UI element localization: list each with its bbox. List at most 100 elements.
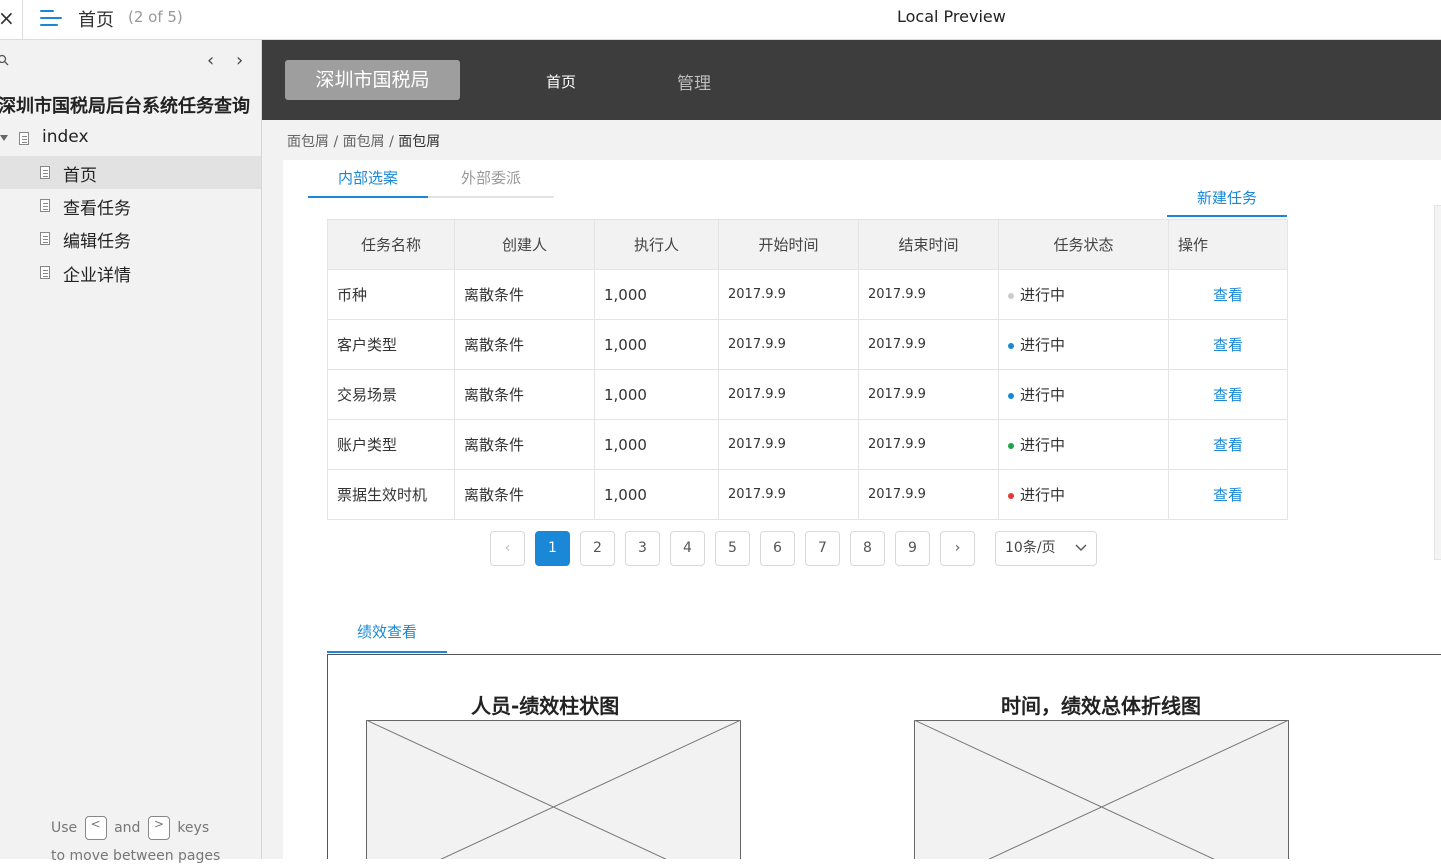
tree-item-label: index <box>42 127 89 147</box>
status-dot-icon <box>1008 292 1014 299</box>
view-link[interactable]: 查看 <box>1168 419 1288 470</box>
creator: 离散条件 <box>454 269 595 320</box>
creator: 离散条件 <box>454 419 595 470</box>
column-header: 执行人 <box>594 219 719 270</box>
content-card: 内部选案 外部委派 新建任务 任务名称 创建人 执行人 开始时间 结束时间 任务… <box>283 160 1441 859</box>
view-link[interactable]: 查看 <box>1168 269 1288 320</box>
view-link[interactable]: 查看 <box>1168 319 1288 370</box>
nav-manage[interactable]: 管理 <box>677 69 711 94</box>
brand-logo[interactable]: 深圳市国税局 <box>285 60 460 100</box>
action-table: 操作 查看 查看 查看 查看 查看 <box>1168 219 1288 520</box>
tree-item-index[interactable]: index <box>0 122 261 155</box>
tab-external[interactable]: 外部委派 <box>428 160 554 198</box>
status-cell: 进行中 <box>998 269 1169 320</box>
tab-performance[interactable]: 绩效查看 <box>327 614 447 653</box>
prev-page-icon[interactable]: ‹ <box>207 50 214 71</box>
close-icon[interactable]: × <box>0 6 15 30</box>
column-header: 任务状态 <box>998 219 1169 270</box>
tree-item-view-task[interactable]: 查看任务 <box>0 189 261 222</box>
table-row: 查看 <box>1168 369 1288 420</box>
pagination-prev-button[interactable]: ‹ <box>490 531 525 566</box>
view-link[interactable]: 查看 <box>1168 369 1288 420</box>
tree-item-edit-task[interactable]: 编辑任务 <box>0 222 261 255</box>
column-header: 任务名称 <box>327 219 455 270</box>
chart-title: 时间，绩效总体折线图 <box>1001 694 1201 718</box>
table-row: 查看 <box>1168 269 1288 320</box>
creator: 离散条件 <box>454 369 595 420</box>
breadcrumb-item[interactable]: 面包屑 <box>287 134 329 150</box>
executor: 1,000 <box>594 469 719 520</box>
table-row: 账户类型 离散条件 1,000 2017.9.9 2017.9.9 进行中 <box>327 419 1169 470</box>
page-icon <box>40 232 50 245</box>
start-time: 2017.9.9 <box>718 469 859 520</box>
column-header: 创建人 <box>454 219 595 270</box>
nav-home[interactable]: 首页 <box>546 71 576 92</box>
end-time: 2017.9.9 <box>858 269 999 320</box>
divider <box>22 0 23 40</box>
table-row: 票据生效时机 离散条件 1,000 2017.9.9 2017.9.9 进行中 <box>327 469 1169 520</box>
page-size-select[interactable]: 10条/页 <box>995 531 1097 566</box>
end-time: 2017.9.9 <box>858 319 999 370</box>
executor: 1,000 <box>594 419 719 470</box>
page-button[interactable]: 9 <box>895 531 930 566</box>
status-dot-icon <box>1008 392 1014 399</box>
breadcrumb-item[interactable]: 面包屑 <box>343 134 385 150</box>
hint-text: Use <box>51 820 78 836</box>
page-icon <box>40 166 50 179</box>
tree-item-label: 查看任务 <box>63 199 131 219</box>
preview-title: Local Preview <box>897 7 1006 26</box>
task-table: 任务名称 创建人 执行人 开始时间 结束时间 任务状态 币种 离散条件 1,00… <box>327 219 1169 520</box>
tab-internal[interactable]: 内部选案 <box>308 160 428 198</box>
chevron-down-icon <box>1075 544 1087 551</box>
next-page-icon[interactable]: › <box>236 50 243 71</box>
end-time: 2017.9.9 <box>858 469 999 520</box>
page-button[interactable]: 3 <box>625 531 660 566</box>
view-link[interactable]: 查看 <box>1168 469 1288 520</box>
page-button[interactable]: 1 <box>535 531 570 566</box>
hint-text: keys <box>177 820 210 836</box>
table-row: 交易场景 离散条件 1,000 2017.9.9 2017.9.9 进行中 <box>327 369 1169 420</box>
keyboard-hint: Use < and > keys <box>51 816 209 840</box>
executor: 1,000 <box>594 369 719 420</box>
task-name: 票据生效时机 <box>327 469 455 520</box>
search-icon[interactable] <box>0 54 9 66</box>
page-counter: (2 of 5) <box>128 8 183 26</box>
task-name: 客户类型 <box>327 319 455 370</box>
task-name: 账户类型 <box>327 419 455 470</box>
new-task-button[interactable]: 新建任务 <box>1167 181 1287 217</box>
tree-item-home[interactable]: 首页 <box>0 156 261 189</box>
menu-icon[interactable] <box>40 9 62 27</box>
offscreen-panel <box>1434 205 1441 560</box>
end-time: 2017.9.9 <box>858 419 999 470</box>
status-badge: 进行中 <box>1020 336 1066 354</box>
status-badge: 进行中 <box>1020 486 1066 504</box>
breadcrumb-current: 面包屑 <box>398 134 441 150</box>
current-page-name: 首页 <box>78 10 114 31</box>
column-header: 操作 <box>1168 219 1288 270</box>
table-row: 查看 <box>1168 319 1288 370</box>
tree-item-company-detail[interactable]: 企业详情 <box>0 256 261 289</box>
prototype-canvas: 深圳市国税局 首页 管理 面包屑 / 面包屑 / 面包屑 内部选案 外部委派 新… <box>262 40 1441 859</box>
end-time: 2017.9.9 <box>858 369 999 420</box>
executor: 1,000 <box>594 269 719 320</box>
status-dot-icon <box>1008 442 1014 449</box>
breadcrumb: 面包屑 / 面包屑 / 面包屑 <box>287 134 441 150</box>
creator: 离散条件 <box>454 319 595 370</box>
preview-topbar: × 首页 (2 of 5) Local Preview <box>0 0 1441 40</box>
start-time: 2017.9.9 <box>718 369 859 420</box>
page-button[interactable]: 6 <box>760 531 795 566</box>
page-button[interactable]: 8 <box>850 531 885 566</box>
project-title: 深圳市国税局后台系统任务查询 <box>0 96 250 117</box>
tree-item-label: 首页 <box>63 166 97 186</box>
status-cell: 进行中 <box>998 319 1169 370</box>
page-button[interactable]: 7 <box>805 531 840 566</box>
page-button[interactable]: 5 <box>715 531 750 566</box>
tree-item-label: 编辑任务 <box>63 232 131 252</box>
table-row: 查看 <box>1168 469 1288 520</box>
status-badge: 进行中 <box>1020 286 1066 304</box>
start-time: 2017.9.9 <box>718 269 859 320</box>
page-button[interactable]: 4 <box>670 531 705 566</box>
task-name: 币种 <box>327 269 455 320</box>
pagination-next-button[interactable]: › <box>940 531 975 566</box>
page-button[interactable]: 2 <box>580 531 615 566</box>
